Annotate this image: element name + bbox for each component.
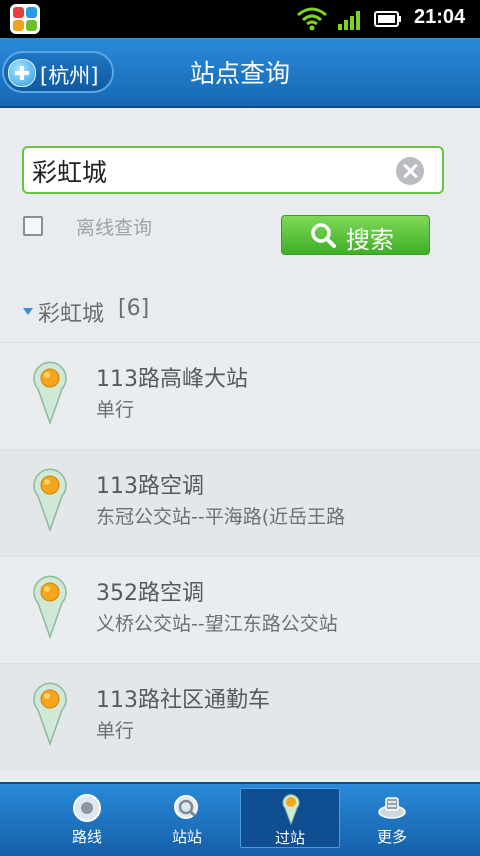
title-bar: [杭州] 站点查询: [0, 38, 480, 108]
result-group-header[interactable]: 彩虹城 [6]: [0, 290, 480, 342]
results-list: 113路高峰大站 单行 113路空调 东冠公交站--平海路(近岳王路 352路空…: [0, 342, 480, 770]
page-title: 站点查询: [189, 59, 290, 88]
battery-icon: [374, 11, 401, 27]
signal-icon: [338, 11, 360, 30]
route-title: 113路空调: [96, 474, 204, 499]
location-pin-icon: [282, 794, 300, 825]
bottom-nav: 路线 站站 过站 更多: [0, 782, 480, 856]
map-pin-icon: [33, 361, 67, 425]
route-subtitle: 东冠公交站--平海路(近岳王路: [96, 506, 346, 528]
route-subtitle: 义桥公交站--望江东路公交站: [96, 613, 338, 635]
route-title: 113路社区通勤车: [96, 688, 270, 713]
result-group-title: 彩虹城: [38, 302, 105, 327]
tab-more-label: 更多: [376, 828, 407, 846]
tab-pass-station[interactable]: 过站: [240, 788, 340, 848]
search-box: [22, 146, 444, 194]
search-button-label: 搜索: [346, 226, 394, 254]
station-search-icon: [174, 795, 198, 819]
route-subtitle: 单行: [96, 720, 135, 742]
tab-more[interactable]: 更多: [342, 788, 442, 848]
offline-query-label: 离线查询: [76, 217, 153, 239]
list-item[interactable]: 113路空调 东冠公交站--平海路(近岳王路: [0, 449, 480, 556]
route-icon: [73, 794, 101, 822]
route-subtitle: 单行: [96, 399, 135, 421]
station-search-input[interactable]: [30, 150, 384, 192]
search-icon: [311, 223, 336, 248]
list-item[interactable]: 352路空调 义桥公交站--望江东路公交站: [0, 556, 480, 663]
map-pin-icon: [33, 682, 67, 746]
tab-route-label: 路线: [71, 828, 102, 846]
app-notification-icon: [10, 4, 40, 34]
search-button[interactable]: 搜索: [281, 215, 430, 255]
tab-station-label: 站站: [171, 828, 202, 846]
wifi-icon: [297, 7, 327, 31]
clear-icon[interactable]: [396, 157, 424, 185]
route-title: 352路空调: [96, 581, 204, 606]
list-item[interactable]: 113路社区通勤车 单行: [0, 663, 480, 770]
result-group-count: [6]: [118, 296, 150, 321]
tab-route[interactable]: 路线: [37, 788, 137, 848]
status-bar: 21:04: [0, 0, 480, 38]
map-pin-icon: [33, 468, 67, 532]
offline-query-checkbox[interactable]: [23, 216, 43, 236]
route-title: 113路高峰大站: [96, 367, 248, 392]
tools-icon: [378, 797, 406, 819]
status-time: 21:04: [414, 6, 466, 28]
expand-triangle-icon: [23, 308, 33, 315]
list-item[interactable]: 113路高峰大站 单行: [0, 342, 480, 449]
tab-station[interactable]: 站站: [137, 788, 237, 848]
map-pin-icon: [33, 575, 67, 639]
tab-pass-station-label: 过站: [274, 829, 305, 847]
